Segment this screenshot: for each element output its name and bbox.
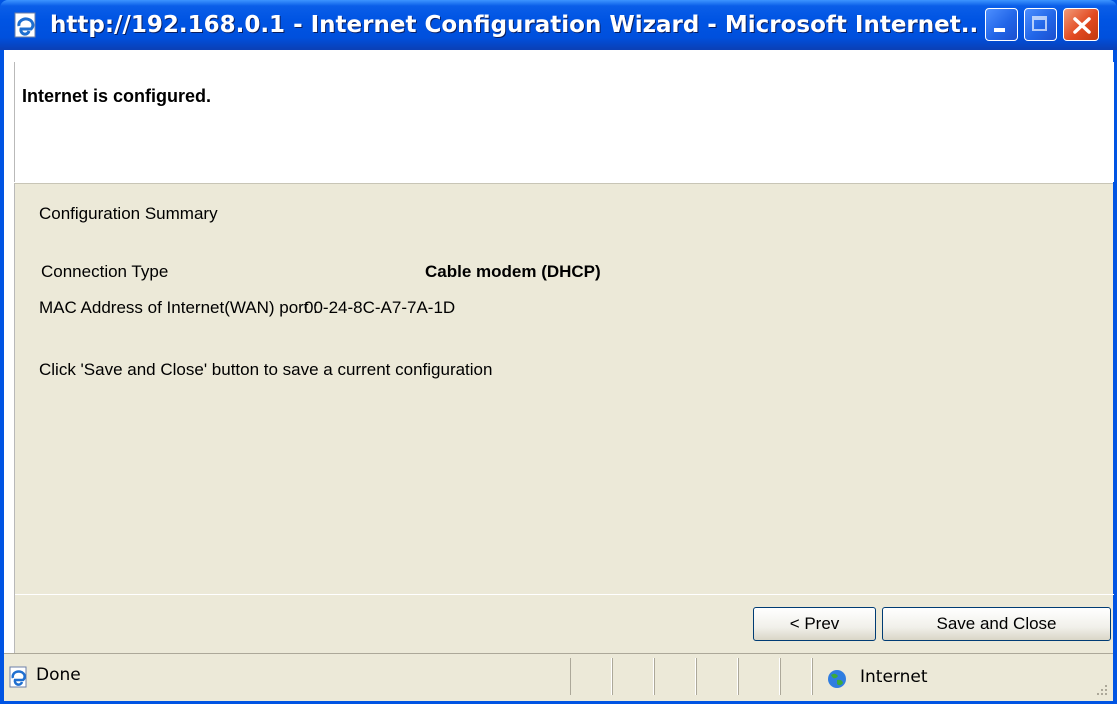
title-bar[interactable]: http://192.168.0.1 - Internet Configurat… bbox=[0, 0, 1117, 50]
status-pane bbox=[570, 658, 612, 695]
connection-type-value: Cable modem (DHCP) bbox=[425, 262, 601, 281]
status-pane bbox=[654, 658, 696, 695]
close-button[interactable] bbox=[1063, 8, 1099, 41]
window-title: http://192.168.0.1 - Internet Configurat… bbox=[50, 12, 980, 38]
header-panel bbox=[14, 62, 1114, 182]
status-pane bbox=[738, 658, 780, 695]
close-icon bbox=[1073, 17, 1091, 34]
ie-page-icon bbox=[12, 12, 40, 38]
globe-icon bbox=[826, 668, 848, 690]
mac-address-label: MAC Address of Internet(WAN) port : bbox=[39, 298, 319, 317]
resize-grip-icon[interactable] bbox=[1093, 681, 1109, 697]
ie-page-icon bbox=[8, 666, 28, 688]
save-and-close-button[interactable]: Save and Close bbox=[882, 607, 1111, 641]
status-bar: Done Internet bbox=[4, 653, 1113, 701]
button-separator bbox=[15, 594, 1114, 595]
instruction-text: Click 'Save and Close' button to save a … bbox=[39, 360, 493, 379]
zone-text: Internet bbox=[860, 667, 928, 687]
connection-type-label: Connection Type bbox=[41, 262, 169, 281]
status-pane bbox=[780, 658, 812, 695]
page-title: Internet is configured. bbox=[22, 86, 212, 106]
maximize-button[interactable] bbox=[1024, 8, 1057, 41]
summary-heading: Configuration Summary bbox=[39, 204, 218, 223]
zone-pane bbox=[812, 658, 1110, 695]
prev-button[interactable]: < Prev bbox=[753, 607, 876, 641]
status-pane bbox=[612, 658, 654, 695]
status-text: Done bbox=[36, 665, 81, 685]
minimize-button[interactable] bbox=[985, 8, 1018, 41]
content-panel: Configuration Summary Connection Type Ca… bbox=[14, 183, 1114, 653]
mac-address-value: 00-24-8C-A7-7A-1D bbox=[304, 298, 456, 317]
status-pane bbox=[696, 658, 738, 695]
browser-window: http://192.168.0.1 - Internet Configurat… bbox=[0, 0, 1117, 704]
